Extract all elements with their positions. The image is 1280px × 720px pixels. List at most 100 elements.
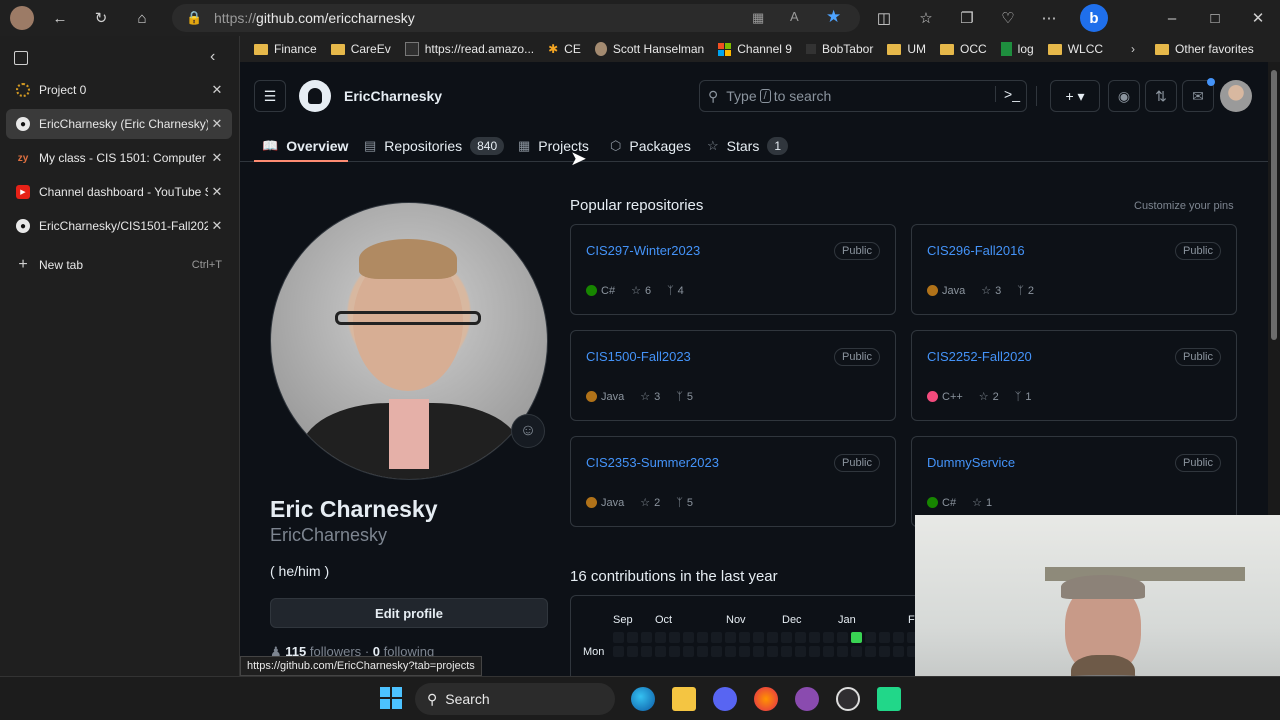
obs-icon[interactable] [836, 687, 860, 711]
back-icon[interactable]: ← [50, 8, 70, 28]
bookmark-log[interactable]: log [1000, 42, 1034, 56]
profile-avatar-large[interactable] [270, 202, 548, 480]
contribution-cell[interactable] [655, 632, 666, 643]
bookmark-wlcc[interactable]: WLCC [1047, 42, 1103, 56]
pycharm-icon[interactable] [877, 687, 901, 711]
issues-icon[interactable]: ◉ [1108, 80, 1140, 112]
repo-name-link[interactable]: CIS2353-Summer2023 [586, 455, 719, 470]
contribution-cell[interactable] [697, 646, 708, 657]
repo-stars[interactable]: ☆ 3 [640, 390, 660, 404]
taskbar-search[interactable]: ⚲ Search [415, 683, 615, 715]
scrollbar-thumb[interactable] [1271, 70, 1277, 340]
discord-icon[interactable] [713, 687, 737, 711]
contribution-cell[interactable] [613, 632, 624, 643]
collapse-sidebar-icon[interactable]: ‹ [210, 48, 215, 66]
edit-profile-button[interactable]: Edit profile [270, 598, 548, 628]
minimize-icon[interactable]: – [1162, 8, 1182, 28]
command-palette-icon[interactable]: >_ [995, 86, 1020, 102]
contribution-cell[interactable] [725, 632, 736, 643]
more-icon[interactable]: ⋯ [1039, 8, 1059, 28]
repo-forks[interactable]: ᛉ4 [667, 285, 684, 297]
home-icon[interactable]: ⌂ [132, 8, 152, 28]
contribution-cell[interactable] [823, 646, 834, 657]
tab-repositories[interactable]: ▤ Repositories 840 [364, 130, 505, 162]
bookmark-finance[interactable]: Finance [254, 42, 317, 56]
contribution-cell[interactable] [711, 646, 722, 657]
contribution-cell[interactable] [655, 646, 666, 657]
contribution-cell[interactable] [683, 646, 694, 657]
tab-overview[interactable]: 📖 Overview [262, 130, 348, 162]
tab-ericcharnesky[interactable]: ● EricCharnesky (Eric Charnesky) ✕ [6, 109, 232, 139]
contribution-cell[interactable] [697, 632, 708, 643]
reader-icon[interactable]: ▦ [752, 10, 764, 26]
close-tab-icon[interactable]: ✕ [208, 116, 226, 132]
repo-forks[interactable]: ᛉ5 [676, 497, 693, 509]
copilot-icon[interactable]: b [1080, 4, 1108, 32]
close-tab-icon[interactable]: ✕ [208, 150, 226, 166]
repo-stars[interactable]: ☆ 3 [981, 284, 1001, 298]
tab-youtube-studio[interactable]: ▶ Channel dashboard - YouTube Stu ✕ [6, 177, 232, 207]
start-icon[interactable] [380, 687, 402, 709]
favorites-icon[interactable]: ☆ [916, 8, 936, 28]
close-tab-icon[interactable]: ✕ [208, 82, 226, 98]
new-tab-button[interactable]: + New tab Ctrl+T [6, 250, 232, 280]
contribution-cell[interactable] [725, 646, 736, 657]
read-aloud-icon[interactable]: A [790, 9, 799, 24]
menu-icon[interactable]: ☰ [254, 80, 286, 112]
repo-name-link[interactable]: DummyService [927, 455, 1015, 470]
contribution-cell[interactable] [865, 632, 876, 643]
user-avatar[interactable] [1220, 80, 1252, 112]
contribution-cell[interactable] [823, 632, 834, 643]
contribution-cell[interactable] [865, 646, 876, 657]
repo-forks[interactable]: ᛉ5 [676, 391, 693, 403]
address-bar[interactable]: 🔒 https://github.com/ericcharnesky ▦ A ★ [172, 4, 860, 32]
contribution-cell[interactable] [683, 632, 694, 643]
bookmark-scott-hanselman[interactable]: Scott Hanselman [594, 42, 704, 56]
bookmark-careev[interactable]: CareEv [330, 42, 391, 56]
contribution-cell[interactable] [739, 646, 750, 657]
contribution-cell[interactable] [879, 632, 890, 643]
contribution-cell[interactable] [641, 646, 652, 657]
repo-card[interactable]: CIS296-Fall2016 Public Java ☆ 3 ᛉ2 [911, 224, 1237, 315]
bookmark-ce[interactable]: ✱ CE [548, 42, 581, 56]
contribution-cell[interactable] [795, 632, 806, 643]
tab-cis1501[interactable]: ● EricCharnesky/CIS1501-Fall2023 ✕ [6, 211, 232, 241]
contribution-cell[interactable] [781, 632, 792, 643]
repo-stars[interactable]: ☆ 2 [979, 390, 999, 404]
contribution-cell[interactable] [893, 632, 904, 643]
edge-icon[interactable] [631, 687, 655, 711]
contribution-cell[interactable] [809, 632, 820, 643]
contribution-cell[interactable] [767, 632, 778, 643]
repo-card[interactable]: CIS2353-Summer2023 Public Java ☆ 2 ᛉ5 [570, 436, 896, 527]
contribution-cell[interactable] [781, 646, 792, 657]
tab-my-class[interactable]: zy My class - CIS 1501: Computer Sc ✕ [6, 143, 232, 173]
contribution-cell[interactable] [851, 632, 862, 643]
contribution-cell[interactable] [893, 646, 904, 657]
collections-icon[interactable]: ❐ [957, 8, 977, 28]
repo-forks[interactable]: ᛉ2 [1017, 285, 1034, 297]
contribution-cell[interactable] [627, 646, 638, 657]
profile-avatar[interactable] [10, 6, 34, 30]
tab-stars[interactable]: ☆ Stars 1 [707, 130, 789, 162]
contribution-cell[interactable] [809, 646, 820, 657]
create-new-button[interactable]: + ▾ [1050, 80, 1100, 112]
repo-stars[interactable]: ☆ 2 [640, 496, 660, 510]
contribution-cell[interactable] [739, 632, 750, 643]
chevron-right-icon[interactable]: › [1131, 42, 1135, 56]
contribution-cell[interactable] [711, 632, 722, 643]
close-tab-icon[interactable]: ✕ [208, 184, 226, 200]
repo-name-link[interactable]: CIS297-Winter2023 [586, 243, 700, 258]
header-username[interactable]: EricCharnesky [344, 88, 442, 104]
maximize-icon[interactable]: □ [1205, 8, 1225, 28]
contribution-cell[interactable] [767, 646, 778, 657]
contribution-cell[interactable] [669, 646, 680, 657]
github-logo-icon[interactable] [299, 80, 331, 112]
close-icon[interactable]: ✕ [1248, 8, 1268, 28]
contribution-cell[interactable] [837, 632, 848, 643]
contribution-cell[interactable] [753, 646, 764, 657]
contribution-cell[interactable] [879, 646, 890, 657]
refresh-icon[interactable]: ↻ [91, 8, 111, 28]
repo-name-link[interactable]: CIS2252-Fall2020 [927, 349, 1032, 364]
split-screen-icon[interactable]: ◫ [874, 8, 894, 28]
search-input[interactable]: ⚲ Type / to search >_ [699, 80, 1027, 112]
